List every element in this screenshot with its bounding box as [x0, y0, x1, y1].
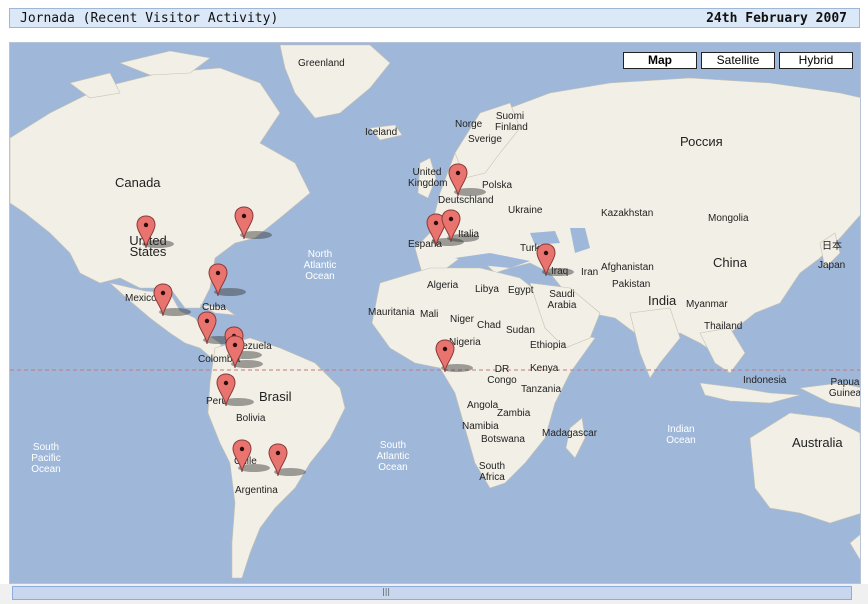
visitor-marker[interactable] [448, 163, 486, 197]
label-myanmar: Myanmar [686, 299, 728, 310]
label-ukraine: Ukraine [508, 205, 543, 216]
label-brasil: Brasil [259, 389, 292, 404]
visitor-marker[interactable] [268, 443, 306, 477]
label-niger: Niger [450, 314, 474, 325]
label-canada: Canada [115, 175, 161, 190]
horizontal-scrollbar[interactable]: ||| [0, 584, 868, 604]
label-indian-ocean: Indian Ocean [666, 424, 696, 446]
hybrid-view-button[interactable]: Hybrid [779, 52, 853, 69]
label-south-atlantic: South Atlantic Ocean [376, 440, 410, 473]
label-madagascar: Madagascar [542, 428, 598, 439]
label-tanzania: Tanzania [521, 384, 562, 395]
label-dr-congo: DR Congo [487, 364, 517, 386]
label-iceland: Iceland [365, 127, 398, 138]
label-india: India [648, 293, 677, 308]
label-mali: Mali [420, 309, 439, 320]
visitor-marker[interactable] [441, 209, 479, 243]
label-japan: Japan [818, 260, 846, 271]
date-label: 24th February 2007 [706, 11, 847, 26]
label-chad: Chad [477, 320, 501, 331]
label-china: China [713, 255, 747, 270]
label-mexico: Mexico [125, 293, 157, 304]
label-finland: Suomi Finland [495, 111, 528, 133]
label-japan-native: 日本 [822, 241, 842, 252]
visitor-marker[interactable] [536, 243, 574, 277]
label-libya: Libya [475, 284, 499, 295]
label-thailand: Thailand [704, 321, 743, 332]
label-north-atlantic: North Atlantic Ocean [303, 249, 337, 282]
visitor-marker[interactable] [153, 283, 191, 317]
label-kenya: Kenya [530, 363, 559, 374]
label-russia: Россия [680, 134, 723, 149]
visitor-marker[interactable] [232, 439, 270, 473]
visitor-marker[interactable] [435, 339, 473, 373]
visitor-marker[interactable] [225, 335, 263, 369]
label-south-africa: South Africa [478, 461, 506, 483]
visitor-marker[interactable] [136, 215, 174, 249]
label-botswana: Botswana [481, 434, 525, 445]
label-sverige: Sverige [468, 134, 502, 145]
label-australia: Australia [792, 435, 843, 450]
label-ethiopia: Ethiopia [530, 340, 567, 351]
label-saudi-arabia: Saudi Arabia [547, 289, 577, 311]
visitor-marker[interactable] [216, 373, 254, 407]
visitor-marker[interactable] [208, 263, 246, 297]
label-namibia: Namibia [462, 421, 499, 432]
label-greenland: Greenland [298, 58, 345, 69]
satellite-view-button[interactable]: Satellite [701, 52, 775, 69]
label-iran: Iran [581, 267, 599, 278]
label-egypt: Egypt [508, 285, 534, 296]
label-angola: Angola [467, 400, 499, 411]
label-mauritania: Mauritania [368, 307, 415, 318]
label-papua: Papua Guinea [828, 377, 861, 399]
label-kazakhstan: Kazakhstan [601, 208, 654, 219]
page-title: Jornada (Recent Visitor Activity) [20, 11, 279, 26]
label-indonesia: Indonesia [743, 375, 787, 386]
visitor-marker[interactable] [197, 311, 235, 345]
label-south-pacific: South Pacific Ocean [31, 442, 61, 475]
visitor-marker[interactable] [234, 206, 272, 240]
label-zambia: Zambia [497, 408, 531, 419]
map-view-button[interactable]: Map [623, 52, 697, 69]
label-bolivia: Bolivia [236, 413, 266, 424]
label-pakistan: Pakistan [612, 279, 651, 290]
label-uk: United Kingdom [408, 167, 448, 189]
label-sudan: Sudan [506, 325, 535, 336]
scroll-thumb[interactable] [12, 586, 852, 600]
label-afghanistan: Afghanistan [601, 262, 654, 273]
label-norge: Norge [455, 119, 483, 130]
label-argentina: Argentina [235, 485, 278, 496]
label-mongolia: Mongolia [708, 213, 749, 224]
world-map[interactable]: Map Satellite Hybrid Greenland Iceland C… [9, 42, 861, 584]
label-algeria: Algeria [427, 280, 459, 291]
title-bar: Jornada (Recent Visitor Activity) 24th F… [9, 8, 860, 28]
scroll-grip-icon: ||| [382, 587, 391, 596]
